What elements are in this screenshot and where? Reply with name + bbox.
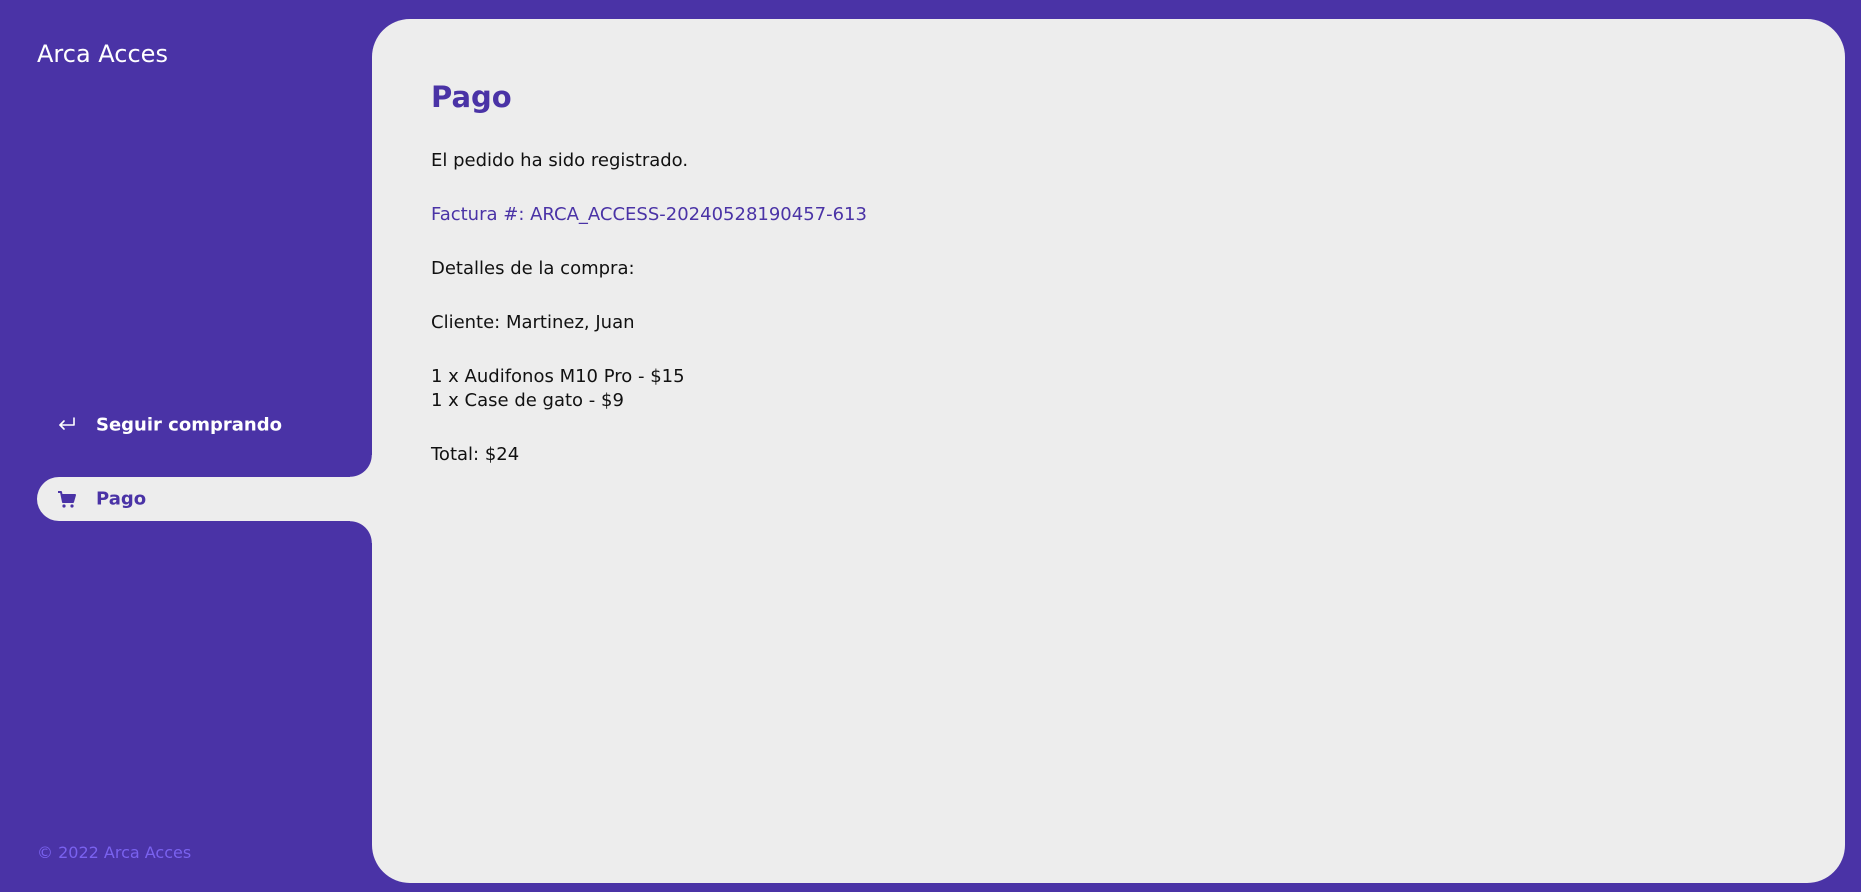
return-arrow-icon (57, 415, 77, 435)
sidebar-item-label: Seguir comprando (96, 414, 282, 436)
brand-title[interactable]: Arca Acces (37, 38, 168, 70)
order-total: Total: $24 (431, 444, 520, 465)
main-panel: Pago El pedido ha sido registrado. Factu… (372, 19, 1845, 883)
order-confirmation: El pedido ha sido registrado. Factura #:… (431, 149, 1785, 467)
order-item: 1 x Case de gato - $9 (431, 390, 624, 411)
sidebar-item-pago[interactable]: Pago (37, 455, 372, 543)
sidebar-item-label: Pago (96, 488, 147, 510)
details-heading: Detalles de la compra: (431, 258, 635, 279)
sidebar: Arca Acces Seguir comprando Pago © 2022 … (0, 0, 372, 892)
active-tab-curve (350, 521, 372, 543)
cart-icon (57, 489, 77, 509)
sidebar-item-seguir-comprando[interactable]: Seguir comprando (37, 403, 372, 447)
client-name: Cliente: Martinez, Juan (431, 312, 635, 333)
order-items-list: 1 x Audifonos M10 Pro - $15 1 x Case de … (431, 365, 1785, 413)
page-title: Pago (431, 80, 512, 114)
footer-copyright: © 2022 Arca Acces (37, 843, 192, 862)
active-tab-curve (350, 455, 372, 477)
order-item: 1 x Audifonos M10 Pro - $15 (431, 366, 685, 387)
order-status-text: El pedido ha sido registrado. (431, 150, 689, 171)
invoice-number: Factura #: ARCA_ACCESS-20240528190457-61… (431, 204, 867, 225)
